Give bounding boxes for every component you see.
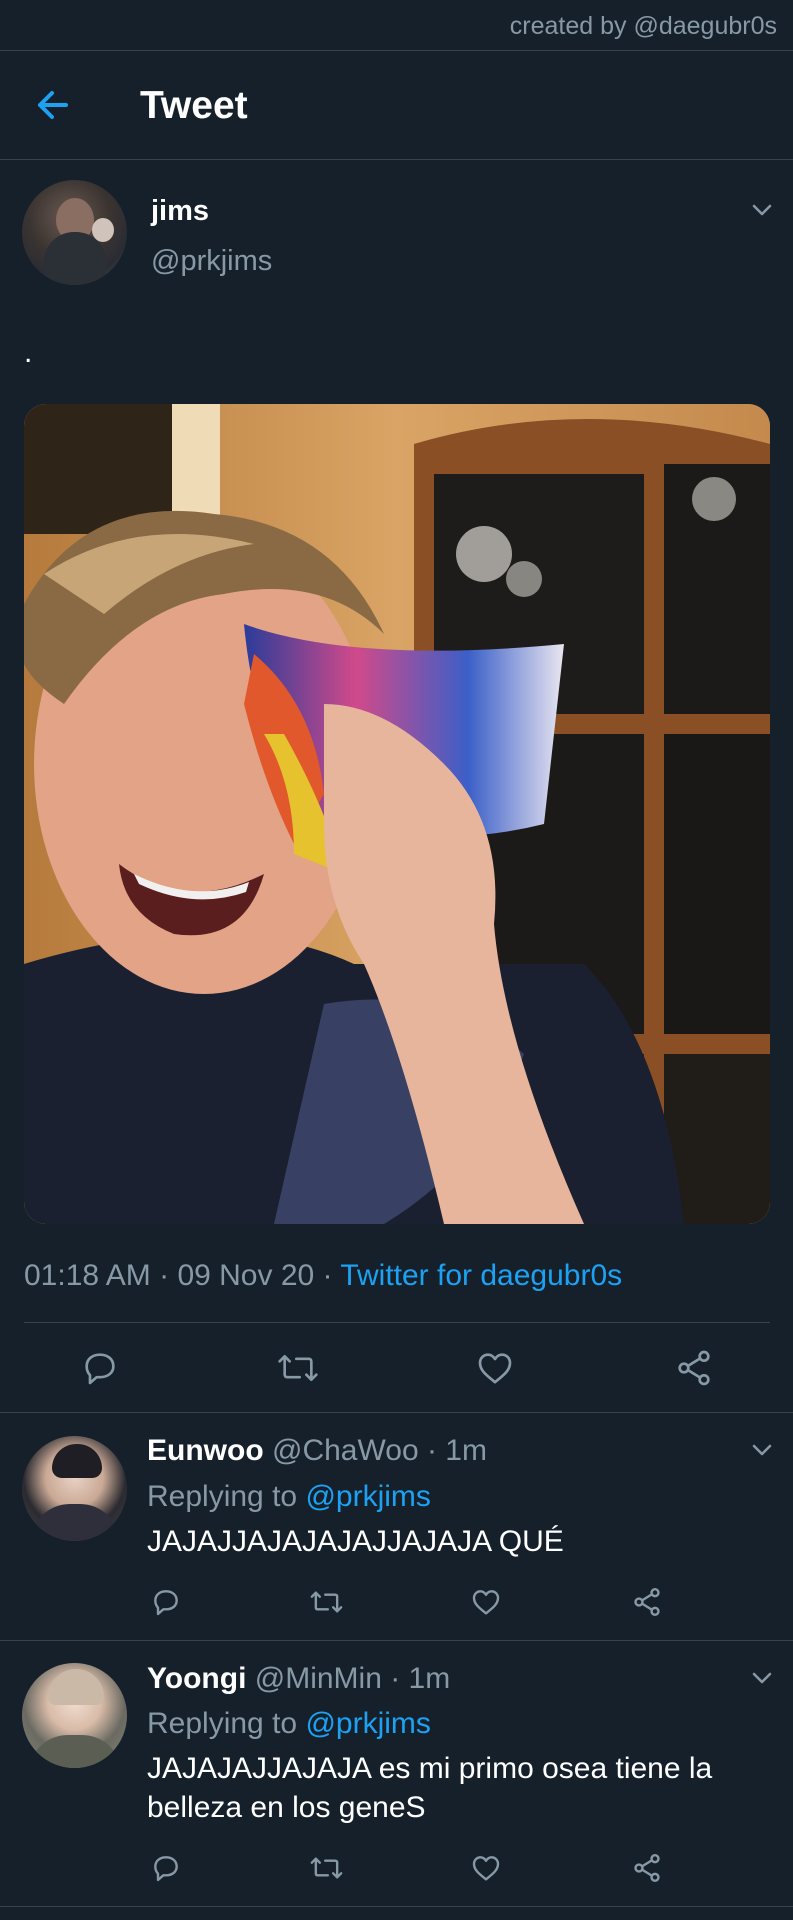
chevron-down-icon [752, 204, 772, 216]
author-avatar[interactable] [22, 180, 127, 285]
share-icon [634, 1854, 660, 1882]
retweet-icon [278, 1355, 318, 1381]
arrow-left-icon [38, 91, 68, 119]
retweet-button[interactable] [276, 1348, 320, 1393]
share-button[interactable] [631, 1852, 663, 1889]
tweet-time: 01:18 AM [24, 1259, 151, 1292]
reply-icon [85, 1353, 115, 1385]
meta-separator: · [150, 1259, 178, 1292]
share-icon [634, 1588, 660, 1616]
reply-options-button[interactable] [748, 1440, 776, 1460]
reply-button[interactable] [150, 1852, 182, 1889]
reply-avatar[interactable] [22, 1436, 127, 1541]
meta-separator: · [314, 1259, 341, 1292]
divider [0, 1640, 793, 1641]
like-button[interactable] [470, 1852, 502, 1889]
chevron-down-icon [752, 1444, 772, 1456]
credit-text: created by @daegubr0s [509, 12, 777, 40]
reply-header: Yoongi @MinMin · 1m [147, 1662, 450, 1696]
replying-to: Replying to @prkjims [147, 1707, 431, 1741]
like-button[interactable] [470, 1586, 502, 1623]
reply-icon [154, 1856, 178, 1882]
like-icon [472, 1590, 500, 1615]
back-button[interactable] [30, 83, 78, 127]
replying-to-label: Replying to [147, 1707, 306, 1740]
header: Tweet [0, 51, 793, 160]
reply-header: Eunwoo @ChaWoo · 1m [147, 1434, 487, 1468]
divider [24, 1322, 770, 1323]
tweet-meta: 01:18 AM · 09 Nov 20 · Twitter for daegu… [24, 1259, 622, 1293]
retweet-icon [310, 1857, 343, 1879]
reply-text: JAJAJAJJAJAJA es mi primo osea tiene la … [147, 1752, 713, 1824]
tweet-date: 09 Nov 20 [177, 1259, 315, 1292]
chevron-down-icon [752, 1672, 772, 1684]
tweet-photo[interactable] [24, 404, 770, 1224]
retweet-icon [310, 1591, 343, 1613]
author-name[interactable]: jims [151, 195, 209, 228]
retweet-button[interactable] [309, 1586, 344, 1623]
replying-to: Replying to @prkjims [147, 1480, 431, 1514]
retweet-button[interactable] [309, 1852, 344, 1889]
photo-illustration [24, 404, 770, 1224]
reply-button[interactable] [80, 1348, 120, 1393]
reply-handle-time: @MinMin · 1m [254, 1662, 451, 1695]
divider [0, 1906, 793, 1907]
reply-icon [154, 1590, 178, 1616]
replying-to-handle[interactable]: @prkjims [305, 1707, 430, 1740]
reply-avatar[interactable] [22, 1663, 127, 1768]
page-title: Tweet [140, 84, 248, 127]
tweet-source-link[interactable]: Twitter for daegubr0s [340, 1259, 622, 1292]
like-button[interactable] [475, 1348, 515, 1393]
share-button[interactable] [674, 1348, 714, 1393]
divider [0, 1412, 793, 1413]
reply-handle-time: @ChaWoo · 1m [272, 1434, 487, 1467]
like-icon [478, 1353, 512, 1384]
share-icon [678, 1350, 710, 1386]
reply-text: JAJAJJAJAJAJAJJAJAJA QUÉ [147, 1525, 564, 1558]
author-handle[interactable]: @prkjims [151, 245, 272, 278]
tweet-text: . [24, 336, 33, 369]
replying-to-handle[interactable]: @prkjims [305, 1480, 430, 1513]
reply-author-name[interactable]: Yoongi [147, 1662, 246, 1695]
credit-bar: created by @daegubr0s [0, 0, 793, 51]
like-icon [472, 1856, 500, 1881]
replying-to-label: Replying to [147, 1480, 306, 1513]
tweet-options-button[interactable] [748, 200, 776, 220]
reply-options-button[interactable] [748, 1668, 776, 1688]
reply-author-name[interactable]: Eunwoo [147, 1434, 264, 1467]
reply-button[interactable] [150, 1586, 182, 1623]
share-button[interactable] [631, 1586, 663, 1623]
